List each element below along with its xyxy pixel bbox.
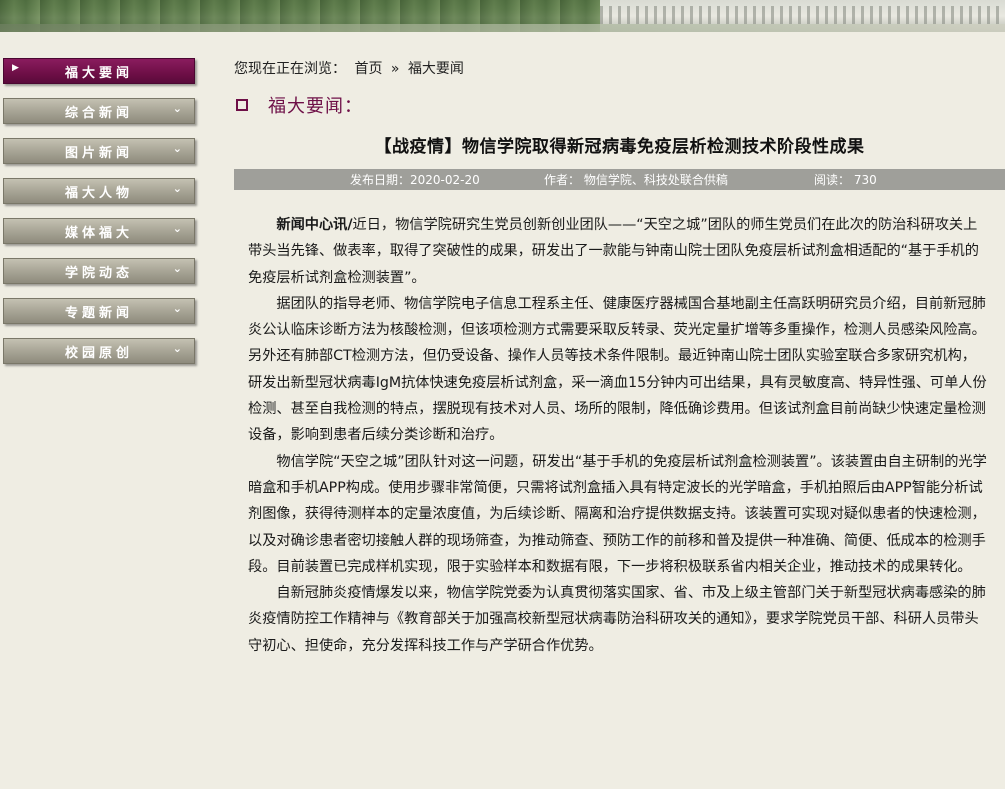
article-paragraph-text: 近日，物信学院研究生党员创新创业团队——“天空之城”团队的师生党员们在此次的防治… — [248, 217, 979, 286]
sidebar-item-fuda-people[interactable]: 福大人物 ⌄ — [3, 178, 195, 204]
sidebar-item-label: 图片新闻 — [64, 145, 133, 161]
breadcrumb: 您现在正在浏览： 首页 » 福大要闻 — [234, 58, 468, 78]
sidebar-item-photo-news[interactable]: 图片新闻 ⌄ — [3, 138, 195, 164]
sidebar-item-label: 校园原创 — [64, 345, 133, 361]
header-banner — [0, 0, 1005, 32]
chevron-down-icon: ⌄ — [172, 142, 182, 155]
banner-windows — [600, 6, 1005, 24]
sidebar-item-label: 学院动态 — [64, 265, 133, 281]
breadcrumb-prefix: 您现在正在浏览： — [234, 61, 346, 77]
sidebar-item-label: 福大人物 — [64, 185, 133, 201]
sidebar-item-label: 专题新闻 — [64, 305, 133, 321]
article-body: 新闻中心讯/近日，物信学院研究生党员创新创业团队——“天空之城”团队的师生党员们… — [248, 212, 990, 659]
breadcrumb-separator: » — [390, 61, 400, 77]
view-count: 阅读： 730 — [814, 173, 877, 187]
breadcrumb-home-link[interactable]: 首页 — [354, 61, 382, 77]
sidebar-item-media-fuda[interactable]: 媒体福大 ⌄ — [3, 218, 195, 244]
publish-date: 发布日期：2020-02-20 — [350, 173, 480, 187]
banner-water-image — [0, 24, 1005, 32]
article-paragraph: 自新冠肺炎疫情爆发以来，物信学院党委为认真贯彻落实国家、省、市及上级主管部门关于… — [248, 585, 986, 654]
chevron-down-icon: ⌄ — [172, 302, 182, 315]
chevron-down-icon: ⌄ — [172, 102, 182, 115]
article-lead: 新闻中心讯/ — [276, 217, 353, 233]
article-paragraph: 物信学院“天空之城”团队针对这一问题，研发出“基于手机的免疫层析试剂盒检测装置”… — [248, 453, 987, 575]
sidebar-item-label: 媒体福大 — [64, 225, 133, 241]
arrow-right-icon: ▶ — [12, 63, 19, 73]
article-title: 【战疫情】物信学院取得新冠病毒免疫层析检测技术阶段性成果 — [374, 137, 865, 157]
sidebar-item-special-news[interactable]: 专题新闻 ⌄ — [3, 298, 195, 324]
section-header: 福大要闻： — [234, 92, 363, 118]
chevron-down-icon: ⌄ — [172, 342, 182, 355]
sidebar-item-college-news[interactable]: 学院动态 ⌄ — [3, 258, 195, 284]
sidebar-item-label: 综合新闻 — [64, 105, 133, 121]
article-meta-bar: 发布日期：2020-02-20 作者： 物信学院、科技处联合供稿 阅读： 730 — [234, 169, 1005, 190]
article-paragraph: 据团队的指导老师、物信学院电子信息工程系主任、健康医疗器械国合基地副主任高跃明研… — [248, 295, 987, 444]
sidebar-item-label: 福大要闻 — [64, 65, 133, 81]
square-bullet-icon — [236, 99, 248, 111]
article-author: 作者： 物信学院、科技处联合供稿 — [544, 173, 728, 187]
breadcrumb-current-link[interactable]: 福大要闻 — [408, 61, 464, 77]
section-title: 福大要闻： — [268, 96, 363, 117]
sidebar-item-fuda-news[interactable]: ▶ 福大要闻 — [3, 58, 195, 84]
chevron-down-icon: ⌄ — [172, 222, 182, 235]
chevron-down-icon: ⌄ — [172, 262, 182, 275]
chevron-down-icon: ⌄ — [172, 182, 182, 195]
sidebar-item-general-news[interactable]: 综合新闻 ⌄ — [3, 98, 195, 124]
article-paragraph: 新闻中心讯/近日，物信学院研究生党员创新创业团队——“天空之城”团队的师生党员们… — [248, 212, 990, 291]
sidebar-item-campus-original[interactable]: 校园原创 ⌄ — [3, 338, 195, 364]
